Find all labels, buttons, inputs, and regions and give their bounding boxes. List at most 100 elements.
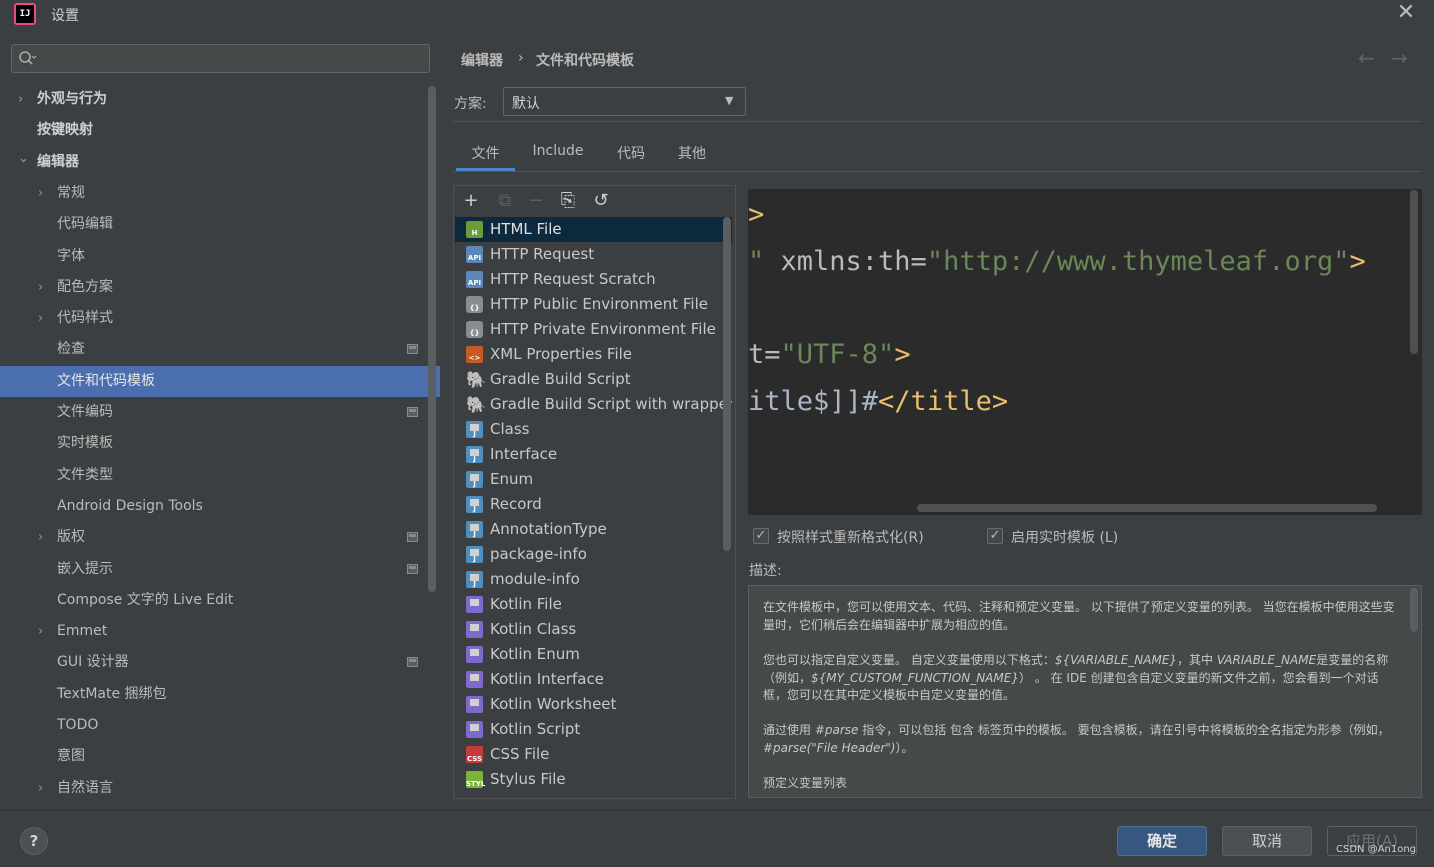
template-list-item[interactable]: J Interface xyxy=(455,442,732,467)
chevron-right-icon[interactable]: › xyxy=(38,303,52,334)
back-arrow-icon[interactable]: ← xyxy=(1358,46,1375,70)
template-list-item[interactable]: H HTML File xyxy=(455,217,732,242)
sidebar-item[interactable]: › 常规 xyxy=(0,178,440,209)
template-list-item[interactable]: Kotlin File xyxy=(455,592,732,617)
reformat-checkbox[interactable]: ✓ xyxy=(753,528,769,544)
chevron-right-icon[interactable]: › xyxy=(38,773,52,804)
reset-icon[interactable]: ↺ xyxy=(591,190,611,212)
template-name: Interface xyxy=(490,445,558,463)
template-list-item[interactable]: Jmodule-info xyxy=(455,567,732,592)
chevron-right-icon[interactable]: › xyxy=(38,616,52,647)
template-list-item[interactable]: {} HTTP Public Environment File xyxy=(455,292,732,317)
template-list-scrollbar[interactable] xyxy=(723,217,731,551)
template-toolbar: + ⧉ − ⎘ ↺ xyxy=(454,186,735,216)
tab-code[interactable]: 代码 xyxy=(609,143,653,171)
sidebar-item[interactable]: 文件类型 xyxy=(0,460,440,491)
template-list-item[interactable]: J Enum xyxy=(455,467,732,492)
sidebar-item[interactable]: 文件编码 xyxy=(0,397,440,428)
sidebar-item[interactable]: TextMate 捆绑包 xyxy=(0,679,440,710)
sidebar-item[interactable]: Compose 文字的 Live Edit xyxy=(0,585,440,616)
close-button[interactable]: ✕ xyxy=(1392,0,1420,28)
template-list-item[interactable]: STYL Stylus File xyxy=(455,767,732,792)
template-list-item[interactable]: Kotlin Enum xyxy=(455,642,732,667)
breadcrumb-parent[interactable]: 编辑器 xyxy=(461,50,503,70)
template-list-item[interactable]: Kotlin Worksheet xyxy=(455,692,732,717)
template-list-item[interactable]: 🐘 Gradle Build Script with wrapper xyxy=(455,392,732,417)
remove-icon[interactable]: − xyxy=(526,190,546,212)
template-list-item[interactable]: J AnnotationType xyxy=(455,517,732,542)
template-list-item[interactable]: J Record xyxy=(455,492,732,517)
copy-icon[interactable]: ⎘ xyxy=(558,190,578,212)
sidebar-item-label: 常规 xyxy=(57,184,85,201)
template-list-item[interactable]: Kotlin Interface xyxy=(455,667,732,692)
sidebar-item[interactable]: › 配色方案 xyxy=(0,272,440,303)
sidebar-item[interactable]: › 版权 xyxy=(0,522,440,553)
chevron-right-icon[interactable]: › xyxy=(38,178,52,209)
template-list-item[interactable]: <> XML Properties File xyxy=(455,342,732,367)
java-file-icon: J xyxy=(466,446,483,463)
sidebar-item[interactable]: 意图 xyxy=(0,741,440,772)
add-icon[interactable]: + xyxy=(461,190,481,212)
ok-button[interactable]: 确定 xyxy=(1117,826,1207,856)
sidebar-item[interactable]: GUI 设计器 xyxy=(0,647,440,678)
sidebar-item[interactable]: Android Design Tools xyxy=(0,491,440,522)
scheme-dropdown[interactable]: 默认 ▼ xyxy=(503,87,746,116)
sidebar-item[interactable]: 文件和代码模板 xyxy=(0,365,440,397)
reformat-label[interactable]: 按照样式重新格式化(R) xyxy=(777,527,924,547)
template-code-editor[interactable]: > " xmlns:th="http://www.thymeleaf.org"> t… xyxy=(748,189,1422,515)
sidebar-item[interactable]: › 代码样式 xyxy=(0,303,440,334)
sidebar-item[interactable]: › Emmet xyxy=(0,616,440,647)
template-list-item[interactable]: CSS CSS File xyxy=(455,742,732,767)
help-button[interactable]: ? xyxy=(20,827,48,855)
chevron-right-icon[interactable]: › xyxy=(38,522,52,553)
template-list-item[interactable]: Jpackage-info xyxy=(455,542,732,567)
template-list-item[interactable]: J Class xyxy=(455,417,732,442)
editor-horizontal-scrollbar[interactable] xyxy=(917,504,1377,512)
live-templates-checkbox[interactable]: ✓ xyxy=(987,528,1003,544)
search-input[interactable] xyxy=(11,44,430,73)
editor-vertical-scrollbar[interactable] xyxy=(1410,190,1418,354)
template-list-item[interactable]: Kotlin Class xyxy=(455,617,732,642)
chevron-down-icon[interactable]: ⌄ xyxy=(18,143,32,174)
api-file-icon: API xyxy=(466,246,483,263)
sidebar-item[interactable]: 嵌入提示 xyxy=(0,554,440,585)
sidebar-item[interactable]: 代码编辑 xyxy=(0,209,440,240)
sidebar-item[interactable]: › 外观与行为 xyxy=(0,84,440,115)
template-list-item[interactable]: {} HTTP Private Environment File xyxy=(455,317,732,342)
template-list-item[interactable]: API HTTP Request Scratch xyxy=(455,267,732,292)
sidebar-item[interactable]: TODO xyxy=(0,710,440,741)
add-child-icon[interactable]: ⧉ xyxy=(495,190,515,212)
divider xyxy=(453,121,1422,122)
cancel-button[interactable]: 取消 xyxy=(1222,826,1312,856)
sidebar-item-label: 版权 xyxy=(57,529,85,546)
sidebar-item[interactable]: 字体 xyxy=(0,241,440,272)
watermark: CSDN @An1ong xyxy=(1336,844,1417,855)
tab-other[interactable]: 其他 xyxy=(670,143,714,171)
tab-files[interactable]: 文件 xyxy=(456,143,515,171)
sidebar-item-label: 字体 xyxy=(57,247,85,264)
sidebar-item[interactable]: 按键映射 xyxy=(0,115,440,146)
description-paragraph: 通过使用 #parse 指令，可以包括 包含 标签页中的模板。 要包含模板，请在… xyxy=(763,723,1390,755)
sidebar-scrollbar[interactable] xyxy=(428,86,436,592)
sidebar-item[interactable]: 检查 xyxy=(0,334,440,365)
description-scrollbar[interactable] xyxy=(1410,588,1418,632)
sidebar-item-label: 文件类型 xyxy=(57,466,113,483)
live-templates-label[interactable]: 启用实时模板 (L) xyxy=(1011,527,1118,547)
forward-arrow-icon[interactable]: → xyxy=(1391,46,1408,70)
code-token: > xyxy=(1349,246,1366,277)
template-list-item[interactable]: Kotlin Script xyxy=(455,717,732,742)
styl-file-icon: STYL xyxy=(466,771,485,788)
sidebar-item[interactable]: 实时模板 xyxy=(0,428,440,459)
sidebar-item[interactable]: ⌄ 编辑器 xyxy=(0,147,440,178)
template-list-item[interactable]: 🐘 Gradle Build Script xyxy=(455,367,732,392)
sidebar-item-label: 文件编码 xyxy=(57,404,113,420)
template-name: Kotlin Worksheet xyxy=(490,695,617,713)
chevron-right-icon[interactable]: › xyxy=(38,272,52,303)
tab-divider xyxy=(453,171,1422,172)
description-panel: 在文件模板中，您可以使用文本、代码、注释和预定义变量。 以下提供了预定义变量的列… xyxy=(748,585,1422,798)
template-name: HTML File xyxy=(490,220,562,238)
chevron-right-icon[interactable]: › xyxy=(18,84,32,115)
sidebar-item[interactable]: › 自然语言 xyxy=(0,773,440,804)
tab-include[interactable]: Include xyxy=(523,143,593,171)
template-list-item[interactable]: API HTTP Request xyxy=(455,242,732,267)
